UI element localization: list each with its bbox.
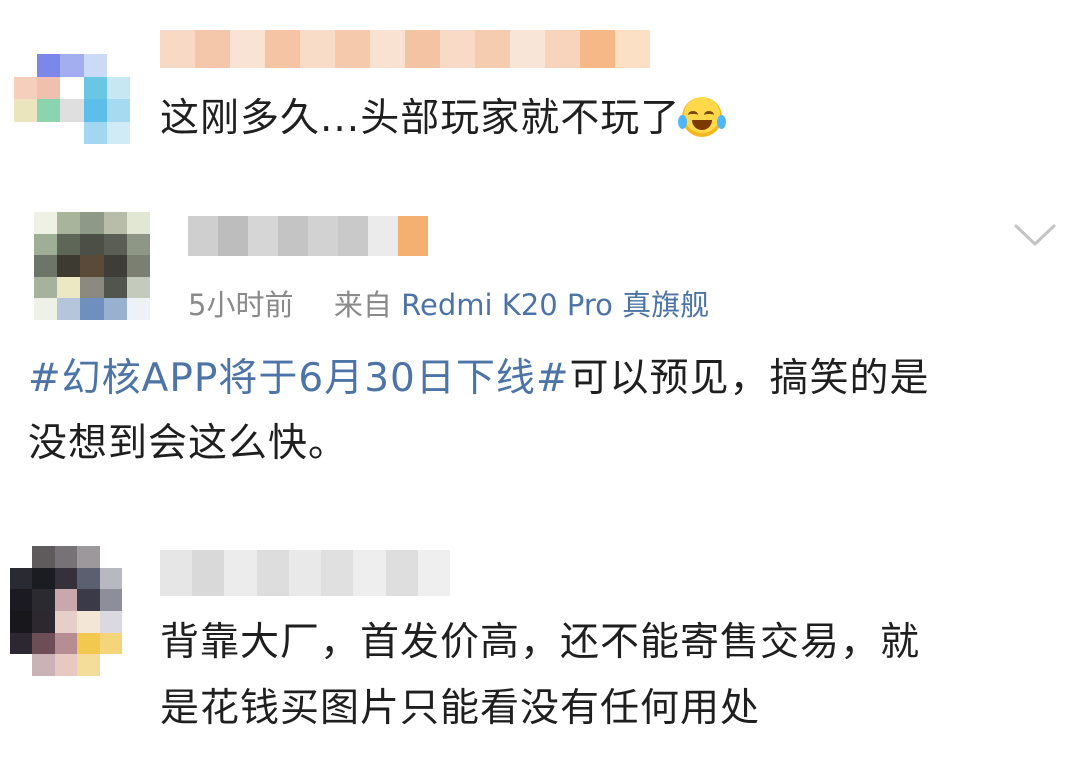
avatar[interactable] bbox=[34, 212, 150, 320]
comment-item: 这刚多久...头部玩家就不玩了 bbox=[0, 0, 1080, 170]
avatar[interactable] bbox=[14, 54, 130, 144]
comment-text-line2: 没想到会这么快。 bbox=[28, 421, 349, 466]
username-blurred[interactable] bbox=[160, 550, 450, 596]
post-time: 5小时前 bbox=[188, 288, 294, 322]
comment-text: 这刚多久...头部玩家就不玩了 bbox=[160, 88, 727, 150]
comment-item: 5小时前 来自 Redmi K20 Pro 真旗舰 #幻核APP将于6月30日下… bbox=[0, 190, 1080, 490]
device-link[interactable]: Redmi K20 Pro 真旗舰 bbox=[401, 288, 709, 322]
topic-link[interactable]: #幻核APP将于6月30日下线# bbox=[28, 356, 570, 401]
chevron-down-icon bbox=[1014, 224, 1056, 246]
comment-text: #幻核APP将于6月30日下线#可以预见，搞笑的是 bbox=[28, 356, 930, 401]
laugh-cry-emoji-icon bbox=[678, 97, 727, 137]
avatar[interactable] bbox=[10, 546, 122, 676]
source-prefix: 来自 bbox=[333, 288, 392, 322]
comment-item: 背靠大厂，首发价高，还不能寄售交易，就 是花钱买图片只能看没有任何用处 bbox=[0, 540, 1080, 757]
comment-text-line2: 是花钱买图片只能看没有任何用处 bbox=[160, 686, 761, 731]
comment-text: 背靠大厂，首发价高，还不能寄售交易，就 bbox=[160, 620, 921, 665]
username-blurred[interactable] bbox=[188, 216, 428, 256]
username-blurred[interactable] bbox=[160, 30, 650, 68]
comment-meta: 5小时前 来自 Redmi K20 Pro 真旗舰 bbox=[188, 282, 709, 324]
expand-button[interactable] bbox=[1012, 220, 1058, 250]
